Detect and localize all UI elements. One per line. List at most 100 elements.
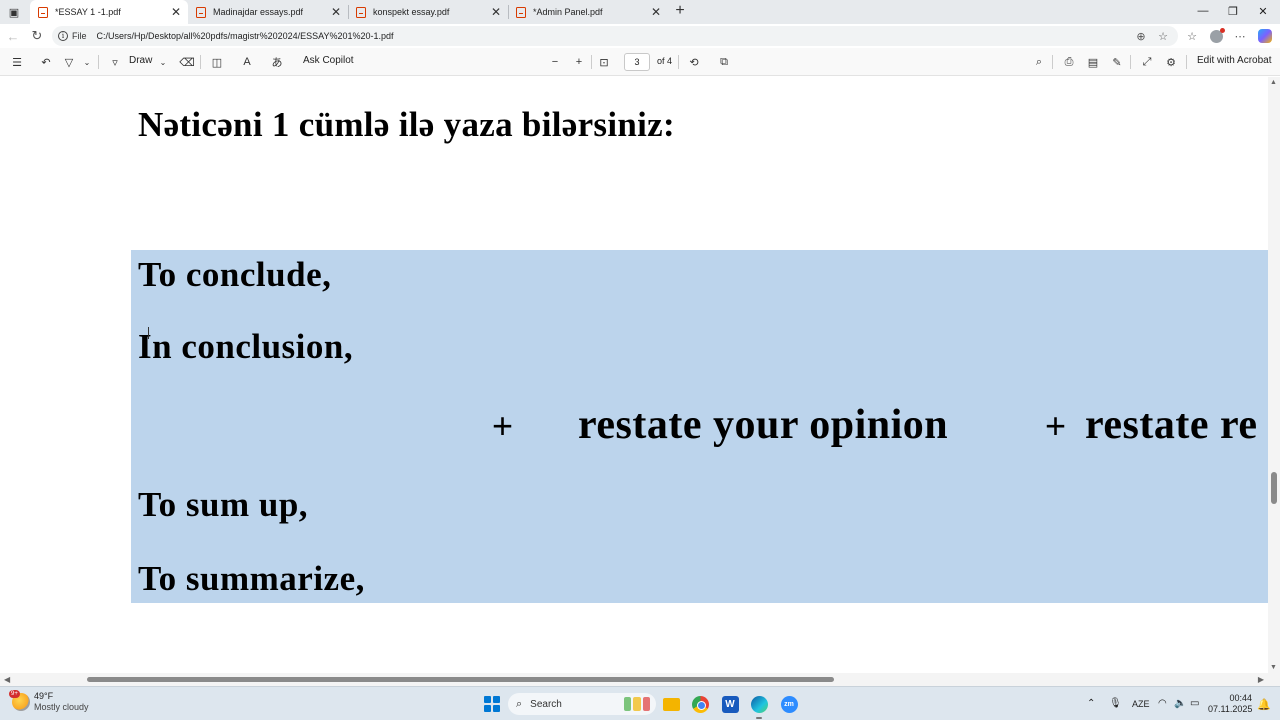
undo-icon[interactable]: ↶ (37, 53, 55, 71)
pdf-file-icon (356, 6, 366, 18)
tab-actions-menu-icon[interactable]: ▣ (4, 2, 24, 22)
chrome-icon[interactable] (690, 694, 710, 714)
notification-bell-icon[interactable]: 🔔 (1257, 698, 1271, 711)
pdf-file-icon (38, 6, 48, 18)
zoom-magnifier-icon[interactable]: ⊕ (1132, 27, 1150, 45)
toolbar-divider (678, 55, 679, 69)
phrase-to-conclude: To conclude, (138, 255, 332, 294)
scroll-up-icon[interactable]: ▲ (1270, 79, 1277, 86)
settings-gear-icon[interactable]: ⚙ (1162, 53, 1180, 71)
highlight-icon[interactable]: ▽ (60, 53, 78, 71)
weather-widget[interactable]: 9+ 49°F Mostly cloudy (9, 690, 89, 713)
close-window-icon[interactable]: ✕ (1248, 2, 1278, 20)
scroll-right-icon[interactable]: ▶ (1258, 675, 1264, 684)
close-tab-icon[interactable]: ✕ (648, 4, 664, 20)
restore-icon[interactable]: ❐ (1218, 2, 1248, 20)
favorite-star-icon[interactable]: ☆ (1154, 27, 1172, 45)
page-heading: Nəticəni 1 cümlə ilə yaza bilərsiniz: (138, 105, 675, 144)
address-bar: ← ↻ i File C:/Users/Hp/Desktop/all%20pdf… (0, 24, 1280, 48)
toolbar-divider (591, 55, 592, 69)
ask-copilot-button[interactable]: Ask Copilot (303, 55, 354, 66)
toolbar-divider (1186, 55, 1187, 69)
profile-avatar[interactable] (1207, 27, 1225, 45)
search-icon: ⌕ (516, 697, 523, 710)
pdf-viewport[interactable]: Nəticəni 1 cümlə ilə yaza bilərsiniz: To… (0, 77, 1268, 673)
weather-badge: 9+ (9, 690, 20, 698)
save-as-icon[interactable]: ✎ (1108, 53, 1126, 71)
file-explorer-icon[interactable] (661, 694, 681, 714)
vertical-scrollbar[interactable]: ▲ ▼ (1268, 77, 1280, 673)
draw-label[interactable]: Draw (129, 55, 152, 66)
show-hidden-icons-chevron-icon[interactable]: ⌃ (1087, 698, 1095, 709)
restate-opinion-text: restate your opinion (578, 402, 949, 448)
scroll-down-icon[interactable]: ▼ (1270, 664, 1277, 671)
word-icon[interactable]: W (720, 694, 740, 714)
phrase-to-summarize: To summarize, (138, 559, 365, 598)
url-text[interactable]: C:/Users/Hp/Desktop/all%20pdfs/magistr%2… (97, 31, 394, 41)
rotate-icon[interactable]: ⟲ (685, 53, 703, 71)
keyboard-language[interactable]: AZE (1132, 699, 1150, 709)
eraser-icon[interactable]: ⌫ (178, 53, 196, 71)
close-tab-icon[interactable]: ✕ (488, 4, 504, 20)
info-icon[interactable]: i (58, 31, 68, 41)
page-number-input[interactable]: 3 (624, 53, 650, 71)
microphone-icon[interactable]: 🎙 (1109, 698, 1122, 709)
back-arrow-icon[interactable]: ← (4, 27, 22, 45)
scrollbar-corner (1268, 673, 1280, 686)
phrase-to-sum-up: To sum up, (138, 485, 309, 524)
scroll-left-icon[interactable]: ◀ (4, 675, 10, 684)
phrase-in-conclusion: In conclusion, (138, 327, 354, 366)
scheme-label: File (72, 31, 87, 41)
text-box-icon[interactable]: ◫ (208, 53, 226, 71)
fullscreen-icon[interactable]: ⤢ (1138, 53, 1156, 71)
weather-condition: Mostly cloudy (34, 702, 89, 712)
toolbar-divider (1130, 55, 1131, 69)
save-icon[interactable]: ▤ (1084, 53, 1102, 71)
restate-reasons-text: restate re (1085, 402, 1258, 448)
system-clock[interactable]: 00:44 07.11.2025 (1208, 693, 1252, 715)
fit-page-icon[interactable]: ⊡ (595, 53, 613, 71)
horizontal-scrollbar[interactable]: ◀ ▶ (0, 673, 1268, 686)
battery-icon[interactable]: ▭ (1190, 698, 1199, 709)
start-windows-icon[interactable] (482, 694, 502, 714)
tab-title: Madinajdar essays.pdf (213, 7, 304, 17)
translate-icon[interactable]: あ (268, 53, 286, 71)
edge-icon[interactable] (749, 694, 769, 719)
page-view-icon[interactable]: ⧉ (715, 53, 733, 71)
read-aloud-icon[interactable]: A (238, 53, 256, 71)
wifi-icon[interactable]: ◠ (1158, 698, 1167, 709)
tab-essay-1[interactable]: *ESSAY 1 -1.pdf ✕ (30, 0, 188, 24)
chevron-down-icon[interactable]: ⌄ (154, 53, 172, 71)
tab-madinajdar-essays[interactable]: Madinajdar essays.pdf ✕ (188, 0, 348, 24)
tab-title: *Admin Panel.pdf (533, 7, 603, 17)
url-field[interactable]: i File C:/Users/Hp/Desktop/all%20pdfs/ma… (52, 26, 1178, 46)
minimize-icon[interactable]: — (1188, 2, 1218, 20)
taskbar-search[interactable]: ⌕ Search (508, 693, 656, 715)
vertical-scroll-thumb[interactable] (1271, 472, 1277, 504)
clock-date: 07.11.2025 (1208, 704, 1253, 714)
tab-konspekt-essay[interactable]: konspekt essay.pdf ✕ (348, 0, 508, 24)
volume-icon[interactable]: 🔈 (1174, 698, 1186, 709)
refresh-icon[interactable]: ↻ (28, 27, 46, 45)
zoom-in-icon[interactable]: + (570, 53, 588, 71)
horizontal-scroll-thumb[interactable] (87, 677, 834, 682)
zoom-app-icon[interactable]: zm (779, 694, 799, 714)
new-tab-icon[interactable]: + (671, 2, 689, 20)
chevron-down-icon[interactable]: ⌄ (78, 53, 96, 71)
tab-admin-panel[interactable]: *Admin Panel.pdf ✕ (508, 0, 668, 24)
contents-list-icon[interactable]: ☰ (8, 53, 26, 71)
search-placeholder: Search (530, 698, 562, 710)
search-highlights-icon (624, 697, 650, 711)
more-options-icon[interactable]: ⋯ (1231, 27, 1249, 45)
draw-pen-icon[interactable]: ▿ (106, 53, 124, 71)
toolbar-divider (1052, 55, 1053, 69)
zoom-out-icon[interactable]: − (546, 53, 564, 71)
close-tab-icon[interactable]: ✕ (328, 4, 344, 20)
close-tab-icon[interactable]: ✕ (168, 4, 184, 20)
edit-with-acrobat-button[interactable]: Edit with Acrobat (1197, 55, 1271, 66)
copilot-icon[interactable] (1256, 27, 1274, 45)
favorites-icon[interactable]: ☆ (1183, 27, 1201, 45)
search-icon[interactable]: ⌕ (1030, 53, 1048, 71)
weather-cloud-sun-icon: 9+ (9, 690, 30, 711)
print-icon[interactable]: ⎙ (1060, 53, 1078, 71)
